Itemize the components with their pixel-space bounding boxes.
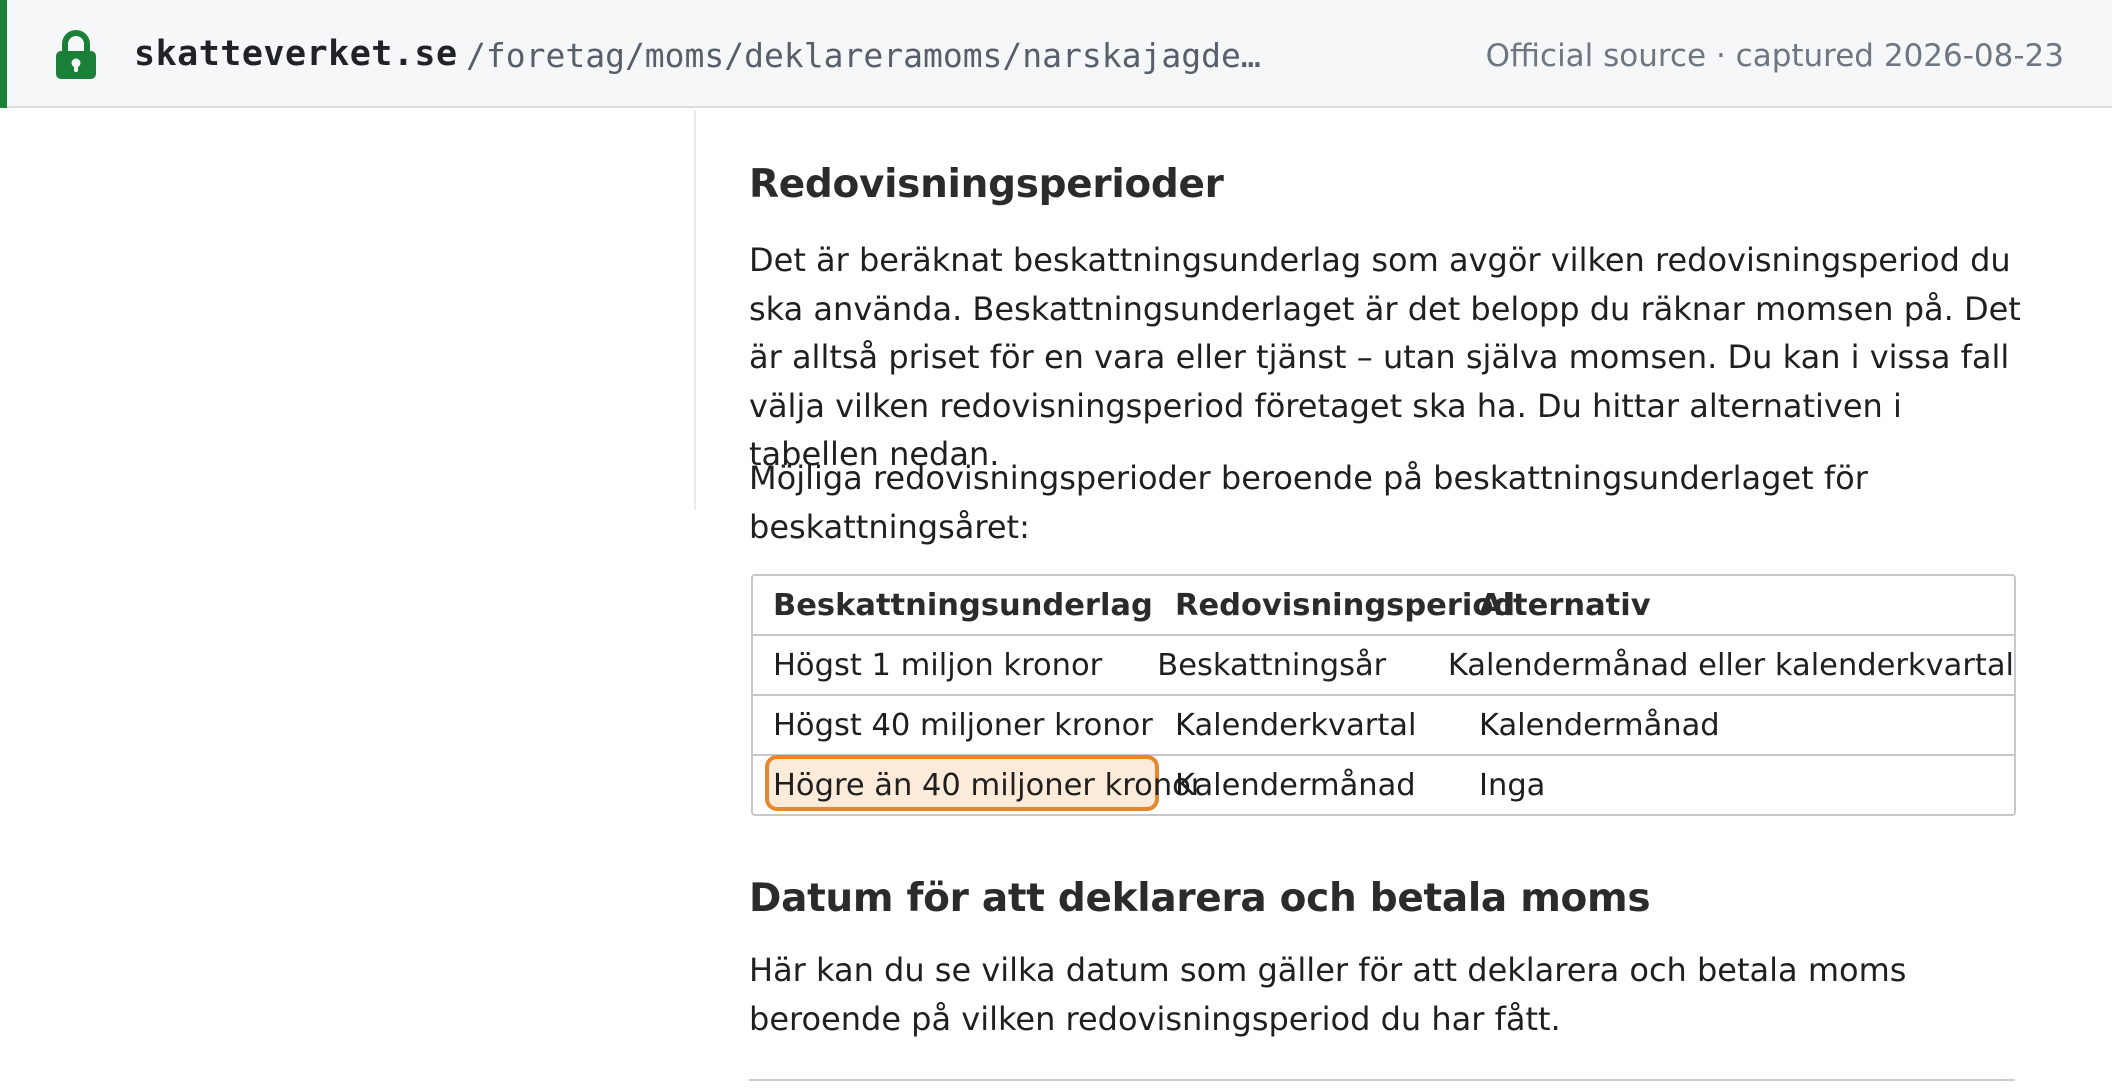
table-cell-highlighted: Högre än 40 miljoner kronor	[753, 754, 1203, 811]
section-paragraph: Här kan du se vilka datum som gäller för…	[749, 951, 1907, 1038]
section-paragraph: Det är beräknat beskattningsunderlag som…	[749, 241, 2021, 473]
column-header: Beskattningsunderlag	[773, 587, 1153, 623]
verified-accent-stripe	[0, 0, 7, 108]
sidebar-divider	[694, 110, 696, 510]
section-heading-redovisningsperioder: Redovisningsperioder	[749, 162, 1224, 207]
capture-info: Official source · captured 2026-08-23	[1485, 38, 2064, 74]
lock-icon	[56, 30, 96, 79]
table-cell: Högst 1 miljon kronor	[773, 647, 1103, 683]
table-cell: Kalenderkvartal	[1175, 707, 1417, 743]
column-header: Redovisningsperiod	[1175, 587, 1516, 623]
table-cell: Beskattningsår	[1157, 647, 1387, 683]
table-cell: Inga	[1479, 767, 1546, 803]
periods-table: Beskattningsunderlag Redovisningsperiod …	[751, 574, 2016, 816]
section-heading-datum: Datum för att deklarera och betala moms	[749, 876, 1651, 921]
section-divider	[749, 1079, 2015, 1081]
table-cell: Kalendermånad	[1175, 767, 1416, 803]
table-header-row: Beskattningsunderlag Redovisningsperiod …	[753, 576, 2014, 634]
table-cell: Högst 40 miljoner kronor	[773, 707, 1153, 743]
table-cell: Kalendermånad eller kalenderkvartal	[1447, 647, 2014, 683]
table-intro: Möjliga redovisningsperioder beroende på…	[749, 459, 1868, 546]
url-domain[interactable]: skatteverket.se	[134, 34, 458, 74]
address-bar: skatteverket.se /foretag/moms/deklareram…	[0, 0, 2112, 108]
url-path[interactable]: /foretag/moms/deklareramoms/narskajagde…	[466, 36, 1286, 75]
table-row: Högst 1 miljon kronor Beskattningsår Kal…	[753, 634, 2014, 694]
highlighted-text: Högre än 40 miljoner kronor	[773, 767, 1204, 803]
table-row: Högst 40 miljoner kronor Kalenderkvartal…	[753, 694, 2014, 754]
table-cell: Kalendermånad	[1479, 707, 1720, 743]
table-row: Högre än 40 miljoner kronor Kalendermåna…	[753, 754, 2014, 814]
column-header: Alternativ	[1479, 587, 1651, 623]
